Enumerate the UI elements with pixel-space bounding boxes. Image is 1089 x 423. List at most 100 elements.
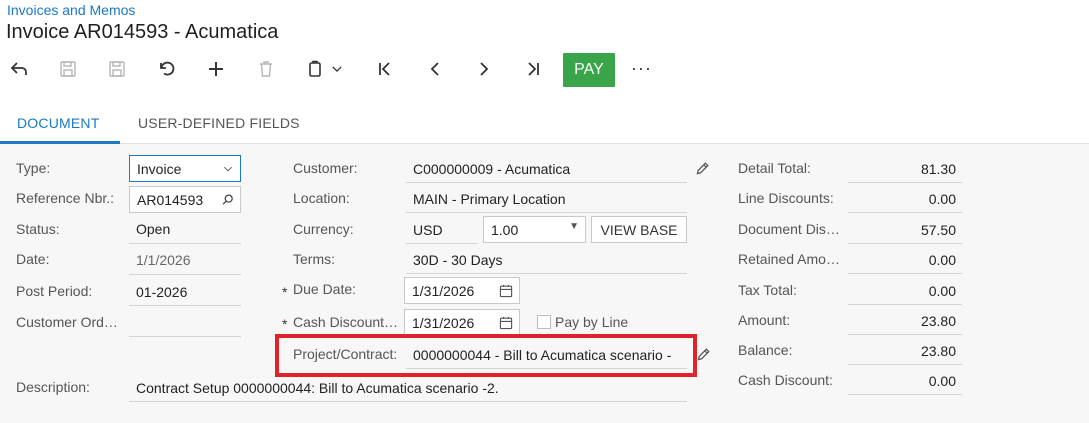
date-underline (129, 274, 241, 275)
detail-total-label: Detail Total: (738, 160, 811, 176)
location-value[interactable]: MAIN - Primary Location (413, 191, 565, 207)
date-label: Date: (16, 251, 50, 267)
pay-by-line-label: Pay by Line (555, 314, 629, 330)
project-edit-button[interactable] (695, 345, 713, 363)
document-discount-value: 57.50 (920, 222, 956, 238)
tax-total-value: 0.00 (928, 283, 956, 299)
add-button[interactable] (201, 54, 231, 84)
required-asterisk: * (282, 316, 288, 332)
amount-label: Amount: (738, 312, 791, 328)
retained-amount-underline (848, 273, 962, 274)
type-select[interactable]: Invoice (129, 155, 241, 182)
date-value: 1/1/2026 (136, 252, 191, 268)
search-icon[interactable] (221, 193, 235, 207)
save-button[interactable] (102, 54, 132, 84)
customer-edit-button[interactable] (694, 159, 712, 177)
terms-value[interactable]: 30D - 30 Days (413, 252, 502, 268)
location-underline (406, 212, 687, 213)
next-record-button[interactable] (469, 54, 499, 84)
post-period-label: Post Period: (16, 283, 93, 299)
post-period-value: 01-2026 (136, 284, 188, 300)
customer-order-label: Customer Ord… (16, 314, 118, 330)
retained-amount-label: Retained Amo… (738, 251, 840, 267)
previous-record-button[interactable] (420, 54, 450, 84)
more-menu-button[interactable]: ··· (631, 58, 652, 79)
currency-rate-value: 1.00 (491, 221, 519, 238)
breadcrumb[interactable]: Invoices and Memos (7, 2, 135, 18)
customer-underline (406, 182, 687, 183)
undo-icon (160, 61, 175, 76)
detail-total-value: 81.30 (920, 161, 956, 177)
line-discounts-label: Line Discounts: (738, 190, 834, 206)
back-arrow-icon (10, 62, 27, 75)
undo-button[interactable] (152, 54, 182, 84)
chevron-down-icon (224, 166, 232, 172)
line-discounts-underline (848, 212, 962, 213)
due-date-label: Due Date: (293, 281, 357, 297)
chevron-down-icon (332, 66, 342, 72)
highlight-box (275, 334, 697, 377)
cash-discount-underline (848, 394, 962, 395)
last-record-button[interactable] (518, 54, 548, 84)
tax-total-label: Tax Total: (738, 282, 797, 298)
cash-discount-date-label: Cash Discount… (293, 314, 399, 330)
first-icon (379, 62, 390, 76)
due-date-value: 1/31/2026 (412, 282, 475, 299)
view-base-button[interactable]: VIEW BASE (591, 216, 687, 243)
first-record-button[interactable] (370, 54, 400, 84)
copy-paste-dropdown[interactable] (327, 54, 347, 84)
copy-paste-button[interactable] (300, 54, 330, 84)
cash-discount-value: 0.00 (928, 373, 956, 389)
last-icon (528, 62, 539, 76)
customer-value[interactable]: C000000009 - Acumatica (413, 161, 570, 177)
currency-value[interactable]: USD (413, 222, 443, 238)
post-period-underline (129, 305, 241, 306)
tab-user-defined-fields[interactable]: USER-DEFINED FIELDS (138, 115, 300, 131)
line-discounts-value: 0.00 (928, 191, 956, 207)
back-button[interactable] (4, 54, 34, 84)
plus-icon (209, 62, 223, 76)
save-close-button[interactable] (53, 54, 83, 84)
calendar-icon[interactable] (498, 283, 514, 299)
currency-label: Currency: (293, 221, 354, 237)
amount-underline (848, 334, 962, 335)
amount-value: 23.80 (920, 313, 956, 329)
tab-document[interactable]: DOCUMENT (17, 115, 99, 131)
document-discount-label: Document Dis… (738, 221, 840, 237)
status-underline (129, 243, 241, 244)
document-discount-underline (848, 243, 962, 244)
calendar-icon[interactable] (498, 315, 514, 331)
clipboard-icon (309, 60, 321, 77)
pay-by-line-checkbox[interactable] (537, 315, 551, 329)
delete-button[interactable] (251, 54, 281, 84)
pencil-icon (696, 162, 709, 175)
description-label: Description: (16, 379, 90, 395)
balance-label: Balance: (738, 342, 793, 358)
save-icon (109, 61, 125, 77)
tax-total-underline (848, 304, 962, 305)
customer-order-underline (129, 336, 241, 337)
location-label: Location: (293, 190, 350, 206)
due-date-input[interactable]: 1/31/2026 (404, 277, 520, 304)
type-label: Type: (16, 160, 51, 176)
terms-label: Terms: (293, 251, 335, 267)
description-underline (129, 401, 687, 402)
pay-button[interactable]: PAY (563, 53, 615, 87)
chevron-left-icon (430, 62, 439, 76)
terms-underline (406, 273, 687, 274)
type-value: Invoice (137, 160, 182, 177)
cash-discount-label: Cash Discount: (738, 372, 833, 388)
cash-discount-date-value: 1/31/2026 (412, 314, 475, 331)
currency-underline (406, 243, 478, 244)
reference-nbr-input[interactable]: AR014593 (129, 186, 241, 213)
detail-total-underline (848, 182, 962, 183)
reference-nbr-value: AR014593 (137, 191, 204, 208)
currency-rate-select[interactable]: 1.00 ▼ (483, 216, 586, 243)
description-value[interactable]: Contract Setup 0000000044: Bill to Acuma… (136, 380, 499, 396)
pencil-icon (697, 348, 710, 361)
status-label: Status: (16, 221, 60, 237)
save-close-icon (60, 61, 76, 77)
cash-discount-date-input[interactable]: 1/31/2026 (404, 309, 520, 336)
retained-amount-value: 0.00 (928, 252, 956, 268)
balance-value: 23.80 (920, 343, 956, 359)
